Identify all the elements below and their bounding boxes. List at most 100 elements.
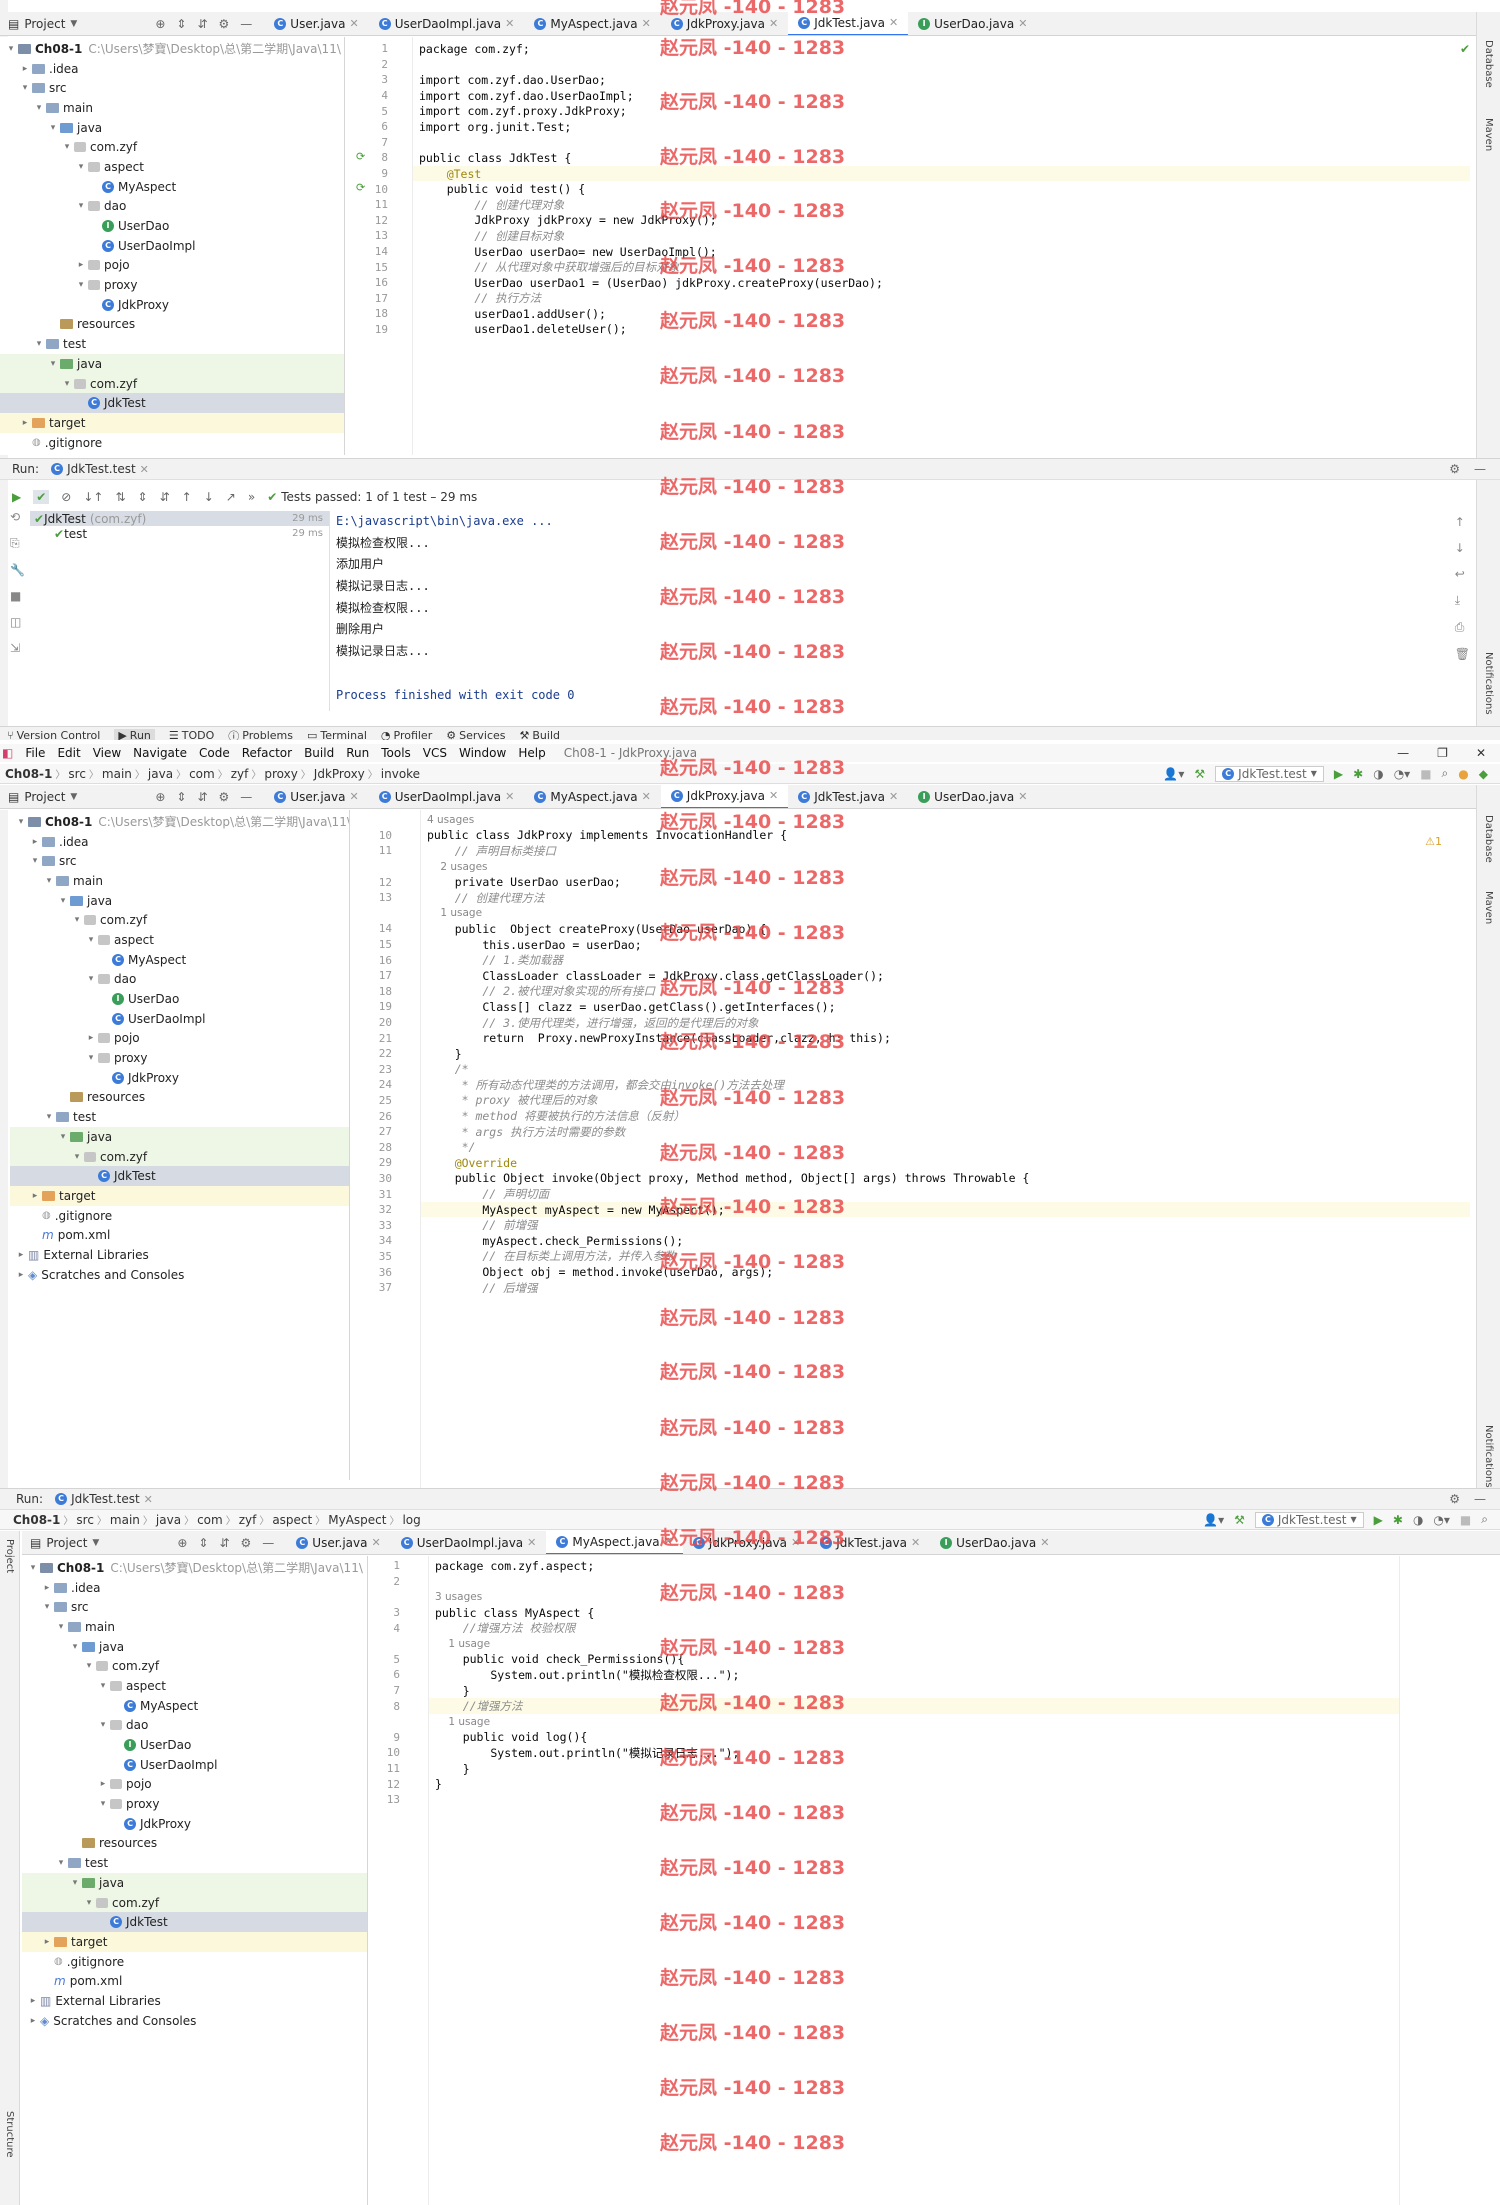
menu-item[interactable]: Navigate	[133, 746, 187, 760]
hide-icon[interactable]: —	[1474, 462, 1486, 476]
chevron-right-icon[interactable]: ▸	[26, 1996, 40, 2006]
chevron-right-icon[interactable]: ▸	[18, 64, 32, 74]
menu-item[interactable]: Code	[199, 746, 230, 760]
editor-tab[interactable]: C User.java ✕	[264, 785, 368, 808]
hammer-icon[interactable]: ⚒	[1194, 767, 1205, 781]
editor-tab[interactable]: I UserDao.java ✕	[908, 12, 1037, 35]
tool-window-button[interactable]: ▭ Terminal	[307, 729, 367, 740]
database-tab[interactable]: Database	[1483, 40, 1494, 88]
close-icon[interactable]: ✕	[911, 1536, 920, 1549]
tree-node[interactable]: ▸ target	[0, 413, 344, 433]
plugin-icon[interactable]: ◆	[1479, 767, 1488, 781]
maven-tab[interactable]: Maven	[1483, 118, 1494, 151]
scroll-end-icon[interactable]: ⤓	[1455, 593, 1470, 608]
tool-window-button[interactable]: ☰ TODO	[169, 729, 214, 740]
editor-tab[interactable]: I UserDao.java ✕	[908, 785, 1037, 808]
run-gutter-icon[interactable]: ⟳	[356, 181, 365, 194]
menu-item[interactable]: Tools	[381, 746, 411, 760]
chevron-down-icon[interactable]: ▾	[28, 856, 42, 866]
tree-node[interactable]: C UserDaoImpl	[0, 236, 344, 256]
editor-tab[interactable]: C MyAspect.java ✕	[524, 12, 660, 35]
menu-item[interactable]: Build	[304, 746, 334, 760]
stop-icon[interactable]: ■	[1460, 1513, 1471, 1527]
breadcrumb-item[interactable]: zyf	[239, 1513, 257, 1527]
chevron-right-icon[interactable]: ▸	[74, 260, 88, 270]
hammer-icon[interactable]: ⚒	[1234, 1513, 1245, 1527]
chevron-right-icon[interactable]: ▸	[40, 1937, 54, 1947]
editor-tab[interactable]: C JdkTest.java ✕	[810, 1531, 930, 1554]
menu-item[interactable]: Edit	[57, 746, 80, 760]
tree-node[interactable]: C JdkTest	[0, 393, 344, 414]
close-icon[interactable]: ✕	[350, 790, 359, 803]
chevron-down-icon[interactable]: ▾	[70, 915, 84, 925]
chevron-down-icon[interactable]: ▾	[82, 1898, 96, 1908]
warning-badge[interactable]: ⚠1	[1425, 835, 1442, 848]
editor-tab[interactable]: I UserDao.java ✕	[930, 1531, 1059, 1554]
tree-node[interactable]: ▾ proxy	[0, 275, 344, 295]
chevron-right-icon[interactable]: ▸	[84, 1033, 98, 1043]
tree-node[interactable]: ▾ aspect	[10, 930, 349, 950]
chevron-down-icon[interactable]: ▾	[18, 83, 32, 93]
wrench-icon[interactable]: 🔧	[10, 563, 28, 577]
breadcrumb-item[interactable]: Ch08-1	[13, 1513, 60, 1527]
tree-node[interactable]: I UserDao	[0, 216, 344, 236]
close-icon[interactable]: ✕	[350, 17, 359, 30]
run-icon[interactable]: ▶	[1374, 1513, 1383, 1527]
notifications-tab[interactable]: Notifications	[1483, 652, 1494, 715]
chevron-down-icon[interactable]: ▾	[32, 339, 46, 349]
tree-node[interactable]: ▾ main	[0, 98, 344, 118]
tree-node[interactable]: C JdkProxy	[0, 295, 344, 315]
tree-node[interactable]: ▸ .idea	[10, 832, 349, 852]
close-icon[interactable]: ✕	[769, 789, 778, 802]
sort-duration-icon[interactable]: ⇅	[115, 490, 125, 504]
close-icon[interactable]: ✕	[1040, 1536, 1049, 1549]
tree-node[interactable]: ▸ target	[22, 1932, 367, 1952]
breadcrumb-item[interactable]: src	[68, 767, 86, 781]
menu-item[interactable]: Run	[346, 746, 369, 760]
menu-item[interactable]: File	[25, 746, 45, 760]
code-editor[interactable]: package com.zyf; import com.zyf.dao.UserD…	[412, 37, 1470, 455]
search-icon[interactable]: ⌕	[1481, 1512, 1488, 1527]
tree-node[interactable]: ▾ java	[0, 354, 344, 374]
hide-icon[interactable]: —	[240, 17, 252, 31]
chevron-down-icon[interactable]: ▾	[74, 201, 88, 211]
tree-node[interactable]: ▾ dao	[22, 1716, 367, 1736]
breadcrumb-item[interactable]: com	[197, 1513, 223, 1527]
close-icon[interactable]: ✕	[642, 790, 651, 803]
tree-node[interactable]: ▸ .idea	[0, 59, 344, 79]
run-console[interactable]: E:\javascript\bin\java.exe ... 模拟检查权限... 添…	[332, 511, 1460, 716]
collapse-all-icon[interactable]: ⇵	[160, 490, 170, 504]
gear-icon[interactable]: ⚙	[1449, 462, 1460, 476]
collapse-all-icon[interactable]: ⇵	[197, 790, 207, 804]
locate-icon[interactable]: ⊕	[155, 17, 165, 31]
run-config-tab[interactable]: C JdkTest.test ✕	[51, 462, 149, 476]
tree-node[interactable]: ▾ java	[22, 1873, 367, 1893]
tree-node[interactable]: ▾ aspect	[0, 157, 344, 177]
chevron-down-icon[interactable]: ▾	[84, 935, 98, 945]
run-config-select[interactable]: C JdkTest.test ▼	[1254, 1511, 1364, 1528]
tree-node[interactable]: C JdkTest	[22, 1912, 367, 1933]
breadcrumb-item[interactable]: MyAspect	[328, 1513, 386, 1527]
more-icon[interactable]: »	[248, 490, 255, 504]
chevron-right-icon[interactable]: ▸	[18, 418, 32, 428]
chevron-right-icon[interactable]: ▸	[26, 2016, 40, 2026]
chevron-down-icon[interactable]: ▾	[26, 1563, 40, 1573]
import-icon[interactable]: ⎘	[10, 536, 28, 551]
editor-tab[interactable]: C MyAspect.java ✕	[524, 785, 660, 808]
chevron-right-icon[interactable]: ▸	[28, 1191, 42, 1201]
gear-icon[interactable]: ⚙	[219, 790, 230, 804]
tree-node[interactable]: m pom.xml	[10, 1225, 349, 1245]
tool-window-button[interactable]: ⑂ Version Control	[7, 729, 100, 740]
breadcrumb-item[interactable]: java	[156, 1513, 181, 1527]
editor-tab[interactable]: C UserDaoImpl.java ✕	[391, 1531, 547, 1554]
tree-node[interactable]: ▾ com.zyf	[0, 137, 344, 157]
export-icon[interactable]: ↗	[226, 490, 236, 504]
tree-node[interactable]: resources	[22, 1834, 367, 1854]
locate-icon[interactable]: ⊕	[177, 1536, 187, 1550]
chevron-down-icon[interactable]: ▾	[68, 1642, 82, 1652]
close-icon[interactable]: ✕	[140, 463, 149, 476]
tree-node[interactable]: ▾ com.zyf	[22, 1656, 367, 1676]
close-icon[interactable]: ✕	[527, 1536, 536, 1549]
coverage-icon[interactable]: ◑	[1373, 767, 1383, 781]
breadcrumb-item[interactable]: zyf	[231, 767, 249, 781]
